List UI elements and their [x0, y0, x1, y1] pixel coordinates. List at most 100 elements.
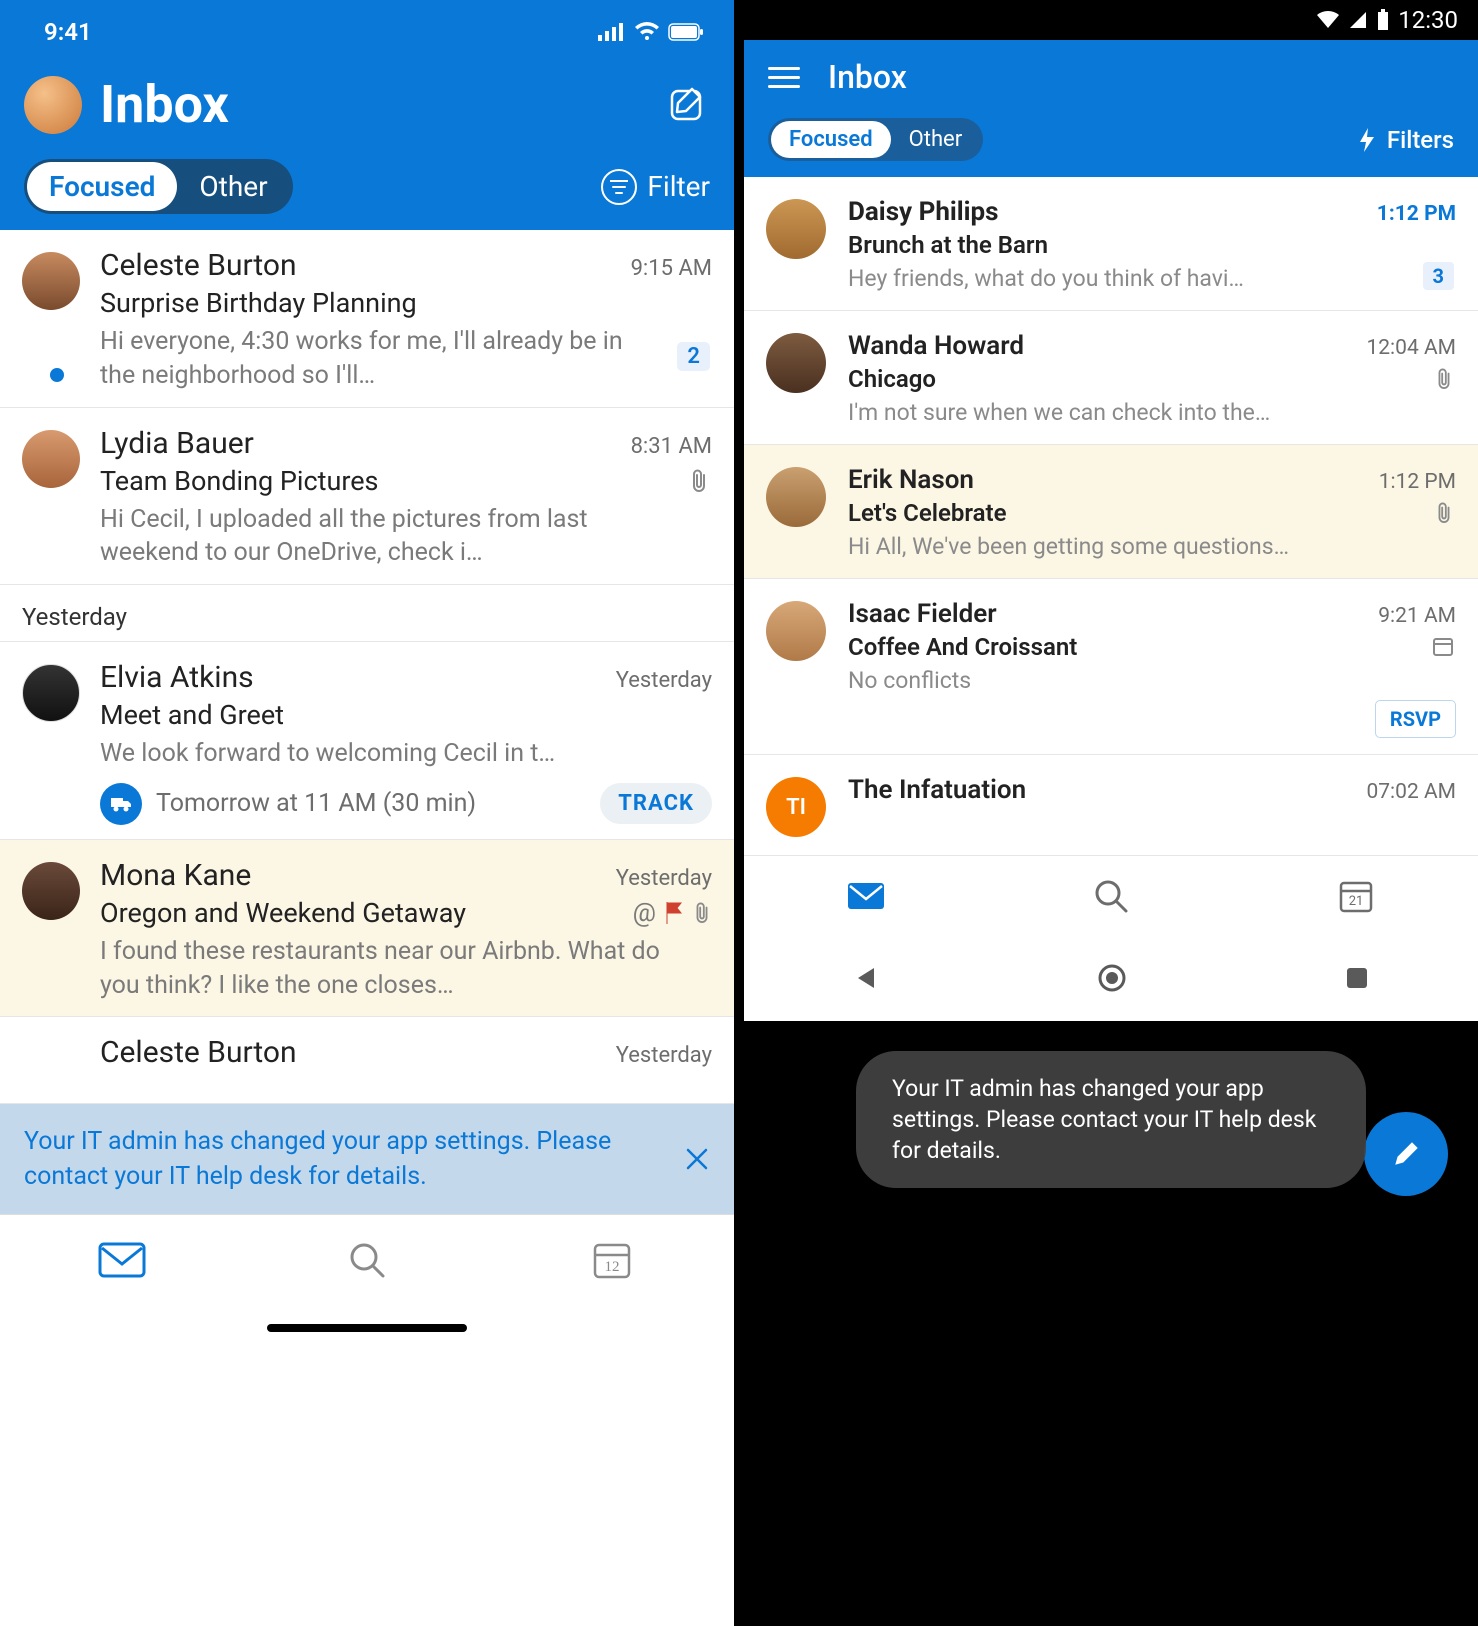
android-message-list[interactable]: Daisy Philips1:12 PM Brunch at the Barn …	[744, 177, 1478, 855]
message-subject: Chicago	[848, 365, 1456, 393]
flag-icon	[664, 901, 684, 925]
ios-home-indicator	[0, 1304, 734, 1352]
status-time: 12:30	[1398, 6, 1458, 34]
tab-search[interactable]	[245, 1215, 490, 1304]
nav-home-icon[interactable]	[1097, 963, 1127, 993]
sender-avatar	[22, 430, 80, 488]
tab-other[interactable]: Other	[177, 162, 289, 211]
battery-icon	[668, 23, 704, 41]
message-row[interactable]: TI The Infatuation 07:02 AM	[744, 755, 1478, 855]
battery-icon	[1376, 9, 1390, 31]
compose-fab[interactable]	[1364, 1112, 1448, 1196]
message-row[interactable]: Mona KaneYesterday Oregon and Weekend Ge…	[0, 839, 734, 1017]
ios-header: Inbox Focused Other Filter	[0, 64, 734, 230]
android-outlook-screen: 12:30 Inbox Focused Other Filters Daisy …	[744, 0, 1478, 1626]
android-status-bar: 12:30	[744, 0, 1478, 40]
status-time: 9:41	[44, 18, 92, 46]
nav-recents-icon[interactable]	[1344, 965, 1370, 991]
ios-message-list[interactable]: Celeste Burton9:15 AM Surprise Birthday …	[0, 230, 734, 1103]
attachment-icon	[692, 901, 712, 925]
message-preview: I found these restaurants near our Airbn…	[100, 935, 712, 1003]
sender-avatar	[22, 252, 80, 310]
inbox-segment: Focused Other	[24, 159, 293, 214]
pencil-icon	[1390, 1138, 1422, 1170]
flash-icon	[1357, 127, 1377, 153]
message-time: 8:31 AM	[631, 434, 712, 459]
message-from: Daisy Philips	[848, 197, 999, 227]
message-row[interactable]: Lydia Bauer8:31 AM Team Bonding Pictures…	[0, 407, 734, 585]
tab-focused[interactable]: Focused	[771, 121, 891, 158]
message-subject: Oregon and Weekend Getaway	[100, 897, 712, 929]
message-row[interactable]: Celeste Burton9:15 AM Surprise Birthday …	[0, 230, 734, 407]
sender-avatar	[766, 601, 826, 661]
message-time: 07:02 AM	[1366, 780, 1456, 804]
filter-label: Filter	[647, 170, 710, 203]
tab-search[interactable]	[989, 856, 1234, 935]
track-button[interactable]: TRACK	[600, 783, 712, 824]
message-meta-icons: @	[633, 898, 712, 928]
status-indicators	[598, 22, 704, 42]
tab-mail[interactable]	[744, 856, 989, 935]
sender-avatar	[22, 664, 80, 722]
message-subject: Surprise Birthday Planning	[100, 287, 712, 319]
message-time: Yesterday	[616, 866, 712, 891]
message-row[interactable]: Erik Nason1:12 PM Let's Celebrate Hi All…	[744, 445, 1478, 579]
message-time: Yesterday	[616, 1043, 712, 1068]
message-from: The Infatuation	[848, 775, 1026, 805]
message-subject: Meet and Greet	[100, 699, 712, 731]
message-time: 1:12 PM	[1377, 202, 1456, 226]
message-time: 1:12 PM	[1379, 470, 1456, 494]
message-preview: No conflicts	[848, 667, 1456, 694]
message-from: Isaac Fielder	[848, 599, 997, 629]
menu-icon[interactable]	[768, 67, 800, 88]
nav-back-icon[interactable]	[852, 964, 880, 992]
message-from: Elvia Atkins	[100, 660, 254, 695]
delivery-icon	[100, 783, 142, 825]
compose-icon[interactable]	[666, 83, 710, 127]
sender-avatar	[22, 862, 80, 920]
calendar-icon: 21	[1338, 878, 1374, 914]
svg-text:21: 21	[1348, 894, 1363, 909]
account-avatar[interactable]	[24, 76, 82, 134]
message-time: 9:15 AM	[631, 256, 712, 281]
unread-count-badge: 2	[677, 342, 710, 371]
message-row[interactable]: Daisy Philips1:12 PM Brunch at the Barn …	[744, 177, 1478, 311]
tab-mail[interactable]	[0, 1215, 245, 1304]
message-subject: Coffee And Croissant	[848, 633, 1456, 661]
mention-icon: @	[633, 898, 656, 928]
message-time: 12:04 AM	[1366, 336, 1456, 360]
android-header: Inbox Focused Other Filters	[744, 40, 1478, 177]
rsvp-button[interactable]: RSVP	[1375, 700, 1456, 738]
svg-text:12: 12	[604, 1259, 619, 1275]
tab-focused[interactable]: Focused	[27, 162, 177, 211]
search-icon	[347, 1240, 387, 1280]
section-header: Yesterday	[0, 584, 734, 641]
filters-button[interactable]: Filters	[1357, 126, 1454, 154]
search-icon	[1093, 878, 1129, 914]
attachment-icon	[1434, 367, 1454, 391]
attachment-icon	[688, 468, 710, 494]
wifi-icon	[1316, 10, 1340, 30]
message-preview: Hi Cecil, I uploaded all the pictures fr…	[100, 503, 712, 571]
message-row[interactable]: Wanda Howard12:04 AM Chicago I'm not sur…	[744, 311, 1478, 445]
header-left: Inbox	[24, 74, 229, 135]
unread-count-badge: 3	[1423, 262, 1454, 290]
filter-button[interactable]: Filter	[601, 169, 710, 205]
filters-label: Filters	[1387, 126, 1454, 154]
it-admin-toast: Your IT admin has changed your app setti…	[856, 1051, 1366, 1188]
sender-avatar	[766, 199, 826, 259]
it-admin-banner: Your IT admin has changed your app setti…	[0, 1103, 734, 1214]
sender-avatar: TI	[766, 777, 826, 837]
close-icon[interactable]	[684, 1146, 710, 1172]
message-subject: Team Bonding Pictures	[100, 465, 712, 497]
ios-status-bar: 9:41	[0, 0, 734, 64]
message-row[interactable]: Celeste BurtonYesterday	[0, 1016, 734, 1103]
filter-icon	[601, 169, 637, 205]
tab-calendar[interactable]: 21	[1233, 856, 1478, 935]
tab-calendar[interactable]: 12	[489, 1215, 734, 1304]
message-preview: Hey friends, what do you think of havi…	[848, 265, 1456, 292]
android-bottom-bar: 21	[744, 855, 1478, 935]
message-row[interactable]: Elvia AtkinsYesterday Meet and Greet We …	[0, 641, 734, 839]
message-row[interactable]: Isaac Fielder9:21 AM Coffee And Croissan…	[744, 579, 1478, 755]
tab-other[interactable]: Other	[891, 121, 981, 158]
